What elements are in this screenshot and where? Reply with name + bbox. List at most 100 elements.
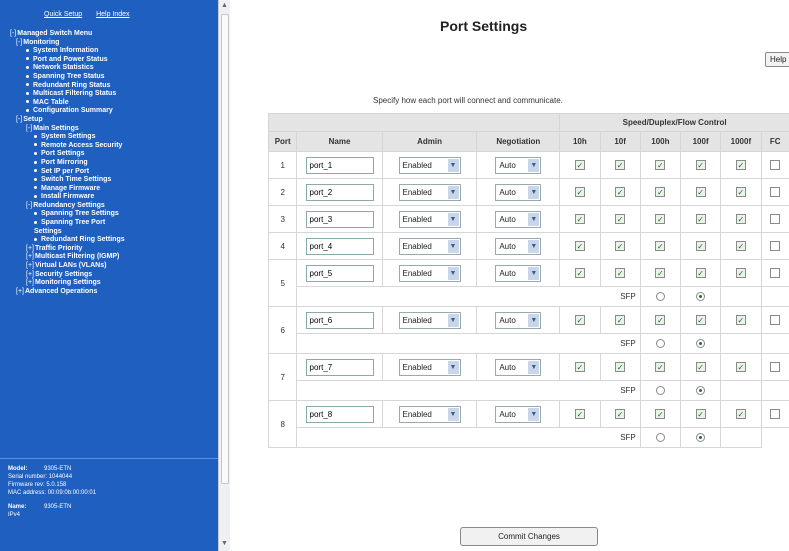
speed-checkbox-100h[interactable]: ✓ [655, 160, 666, 170]
expand-icon[interactable]: [+] [26, 245, 34, 252]
sfp-radio-1000f[interactable] [696, 292, 706, 302]
speed-checkbox-10f[interactable]: ✓ [615, 160, 626, 170]
menu-item[interactable]: MAC Table [8, 99, 218, 108]
menu-item[interactable]: Install Firmware [8, 193, 218, 202]
flow-control-checkbox[interactable] [770, 241, 781, 251]
speed-checkbox-10f[interactable]: ✓ [615, 409, 626, 419]
speed-checkbox-10h[interactable]: ✓ [574, 160, 585, 170]
port-name-input[interactable] [305, 156, 374, 174]
collapse-icon[interactable]: [-] [26, 202, 32, 209]
speed-checkbox-1000f[interactable]: ✓ [735, 187, 746, 197]
menu-item[interactable]: [+]Multicast Filtering (IGMP) [8, 253, 218, 262]
negotiation-select[interactable]: Auto ▼ [495, 264, 542, 282]
port-name-input[interactable] [305, 183, 374, 201]
speed-checkbox-100h[interactable]: ✓ [655, 315, 666, 325]
speed-checkbox-1000f[interactable]: ✓ [735, 362, 746, 372]
help-index-link[interactable]: Help Index [96, 11, 129, 18]
admin-select[interactable]: Enabled ▼ [398, 237, 461, 255]
sfp-radio-1000f[interactable] [696, 386, 706, 396]
admin-select[interactable]: Enabled ▼ [398, 358, 461, 376]
expand-icon[interactable]: [+] [26, 279, 34, 286]
flow-control-checkbox[interactable] [770, 160, 781, 170]
chevron-down-icon[interactable]: ▼ [528, 239, 540, 253]
chevron-down-icon[interactable]: ▼ [528, 212, 540, 226]
negotiation-select[interactable]: Auto ▼ [495, 358, 542, 376]
chevron-down-icon[interactable]: ▼ [528, 266, 540, 280]
chevron-down-icon[interactable]: ▼ [447, 212, 459, 226]
menu-item[interactable]: Switch Time Settings [8, 176, 218, 185]
commit-changes-button[interactable]: Commit Changes [460, 527, 598, 546]
menu-item[interactable]: System Information [8, 47, 218, 56]
menu-item[interactable]: [-]Setup [8, 116, 218, 125]
speed-checkbox-10f[interactable]: ✓ [615, 362, 626, 372]
sfp-radio-100f[interactable] [655, 339, 665, 349]
chevron-down-icon[interactable]: ▼ [447, 239, 459, 253]
negotiation-select[interactable]: Auto ▼ [495, 405, 542, 423]
speed-checkbox-100h[interactable]: ✓ [655, 362, 666, 372]
menu-item[interactable]: [+]Security Settings [8, 271, 218, 280]
admin-select[interactable]: Enabled ▼ [398, 156, 461, 174]
speed-checkbox-10f[interactable]: ✓ [615, 187, 626, 197]
speed-checkbox-100h[interactable]: ✓ [655, 187, 666, 197]
port-name-input[interactable] [305, 210, 374, 228]
speed-checkbox-10f[interactable]: ✓ [615, 315, 626, 325]
flow-control-checkbox[interactable] [770, 214, 781, 224]
chevron-down-icon[interactable]: ▼ [447, 360, 459, 374]
admin-select[interactable]: Enabled ▼ [398, 183, 461, 201]
chevron-down-icon[interactable]: ▼ [447, 407, 459, 421]
chevron-down-icon[interactable]: ▼ [528, 158, 540, 172]
chevron-down-icon[interactable]: ▼ [447, 266, 459, 280]
scroll-up-icon[interactable]: ▲ [221, 2, 228, 9]
speed-checkbox-100h[interactable]: ✓ [655, 268, 666, 278]
chevron-down-icon[interactable]: ▼ [528, 313, 540, 327]
speed-checkbox-1000f[interactable]: ✓ [735, 160, 746, 170]
menu-item[interactable]: Spanning Tree Status [8, 73, 218, 82]
speed-checkbox-100f[interactable]: ✓ [695, 214, 706, 224]
speed-checkbox-100f[interactable]: ✓ [695, 187, 706, 197]
speed-checkbox-10h[interactable]: ✓ [574, 214, 585, 224]
menu-item[interactable]: Configuration Summary [8, 107, 218, 116]
speed-checkbox-100h[interactable]: ✓ [655, 214, 666, 224]
menu-item[interactable]: [-]Main Settings [8, 125, 218, 134]
expand-icon[interactable]: [+] [16, 288, 24, 295]
flow-control-checkbox[interactable] [770, 268, 781, 278]
flow-control-checkbox[interactable] [770, 409, 781, 419]
speed-checkbox-10h[interactable]: ✓ [574, 409, 585, 419]
scrollbar-thumb[interactable] [221, 14, 229, 484]
negotiation-select[interactable]: Auto ▼ [495, 156, 542, 174]
sfp-radio-100f[interactable] [655, 433, 665, 443]
menu-item[interactable]: [-]Managed Switch Menu [8, 30, 218, 39]
speed-checkbox-10h[interactable]: ✓ [574, 362, 585, 372]
expand-icon[interactable]: [+] [26, 262, 34, 269]
speed-checkbox-100f[interactable]: ✓ [695, 409, 706, 419]
speed-checkbox-1000f[interactable]: ✓ [735, 268, 746, 278]
quick-setup-link[interactable]: Quick Setup [44, 11, 82, 18]
menu-item[interactable]: [+]Virtual LANs (VLANs) [8, 262, 218, 271]
admin-select[interactable]: Enabled ▼ [398, 405, 461, 423]
speed-checkbox-1000f[interactable]: ✓ [735, 241, 746, 251]
menu-item[interactable]: Port and Power Status [8, 56, 218, 65]
chevron-down-icon[interactable]: ▼ [528, 360, 540, 374]
expand-icon[interactable]: [+] [26, 253, 34, 260]
speed-checkbox-100f[interactable]: ✓ [695, 315, 706, 325]
speed-checkbox-100h[interactable]: ✓ [655, 409, 666, 419]
scroll-down-icon[interactable]: ▼ [221, 540, 228, 547]
speed-checkbox-1000f[interactable]: ✓ [735, 409, 746, 419]
menu-item[interactable]: Spanning Tree Port [8, 219, 218, 228]
negotiation-select[interactable]: Auto ▼ [495, 183, 542, 201]
chevron-down-icon[interactable]: ▼ [447, 313, 459, 327]
collapse-icon[interactable]: [-] [26, 125, 32, 132]
menu-item[interactable]: Set IP per Port [8, 168, 218, 177]
collapse-icon[interactable]: [-] [10, 30, 16, 37]
port-name-input[interactable] [305, 358, 374, 376]
speed-checkbox-100f[interactable]: ✓ [695, 268, 706, 278]
collapse-icon[interactable]: [-] [16, 116, 22, 123]
menu-item[interactable]: Settings [8, 228, 218, 237]
flow-control-checkbox[interactable] [770, 315, 781, 325]
speed-checkbox-100f[interactable]: ✓ [695, 160, 706, 170]
menu-item[interactable]: Remote Access Security [8, 142, 218, 151]
chevron-down-icon[interactable]: ▼ [447, 185, 459, 199]
speed-checkbox-10f[interactable]: ✓ [615, 241, 626, 251]
speed-checkbox-100f[interactable]: ✓ [695, 241, 706, 251]
menu-item[interactable]: Manage Firmware [8, 185, 218, 194]
